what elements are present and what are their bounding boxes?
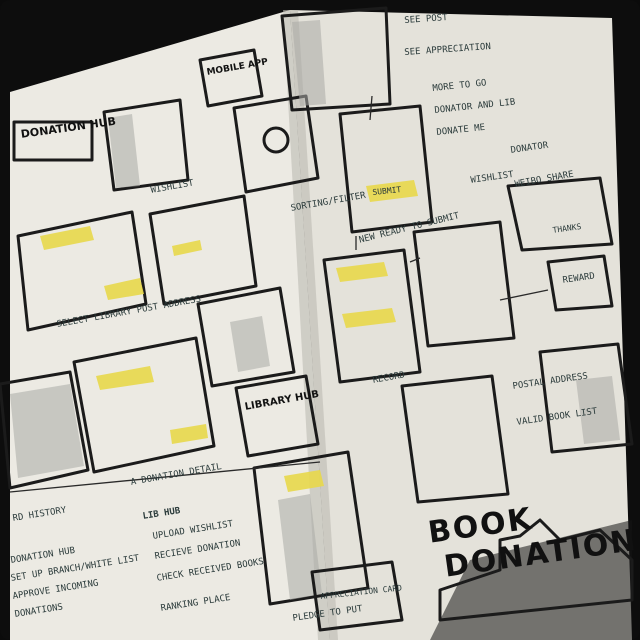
photo-notebook-sketches: DONATION HUB MOBILE APP LIBRARY HUB WISH…	[0, 0, 640, 640]
